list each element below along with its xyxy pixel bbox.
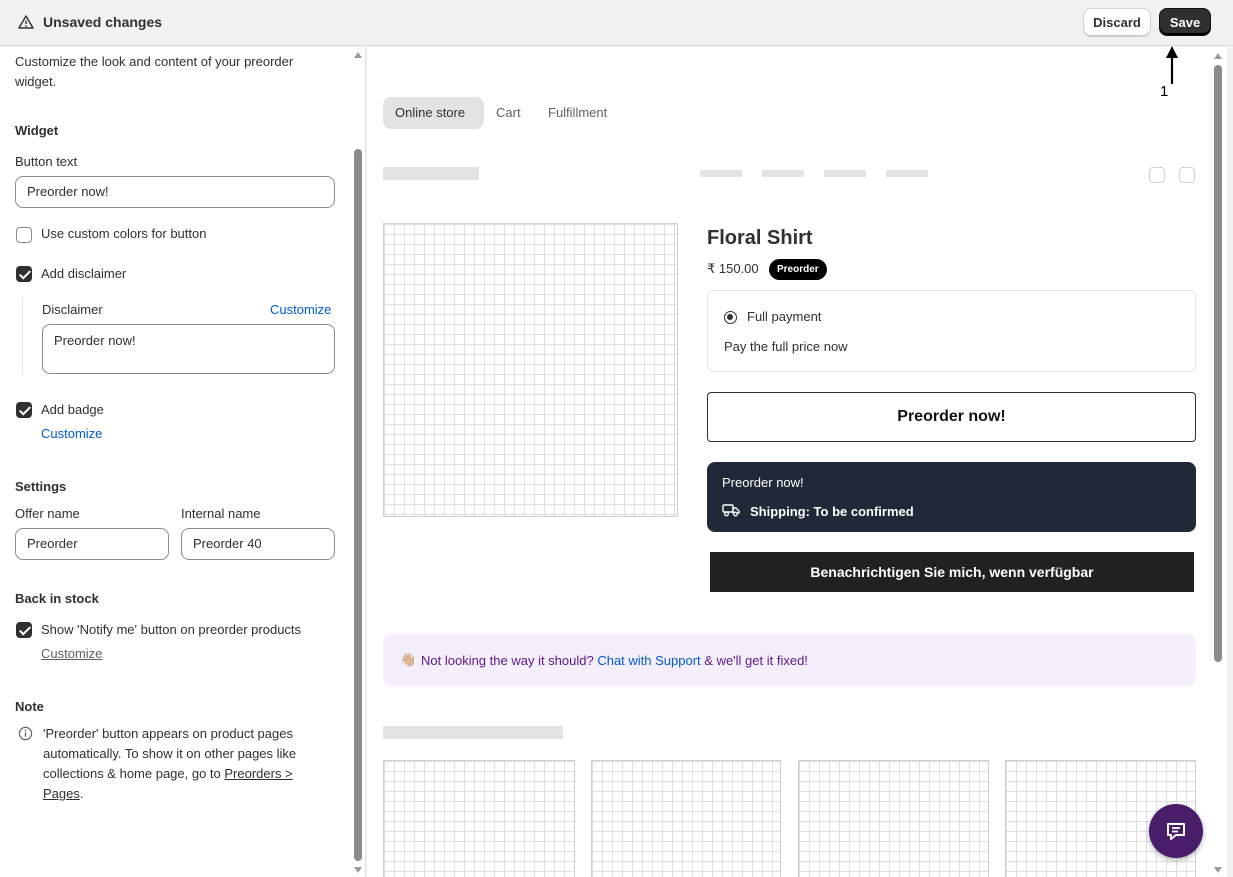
warning-icon [18, 15, 34, 29]
support-text-body: Not looking the way it should? [421, 653, 598, 668]
left-scrollbar-thumb[interactable] [354, 149, 362, 861]
right-scrollbar-thumb[interactable] [1214, 65, 1222, 662]
truck-icon [722, 504, 740, 517]
disclaimer-indent-line [22, 297, 23, 375]
nav-placeholder-2 [762, 170, 804, 177]
offer-name-label: Offer name [15, 506, 80, 521]
internal-name-label: Internal name [181, 506, 261, 521]
add-badge-checkbox[interactable] [16, 402, 32, 418]
widget-heading: Widget [15, 123, 59, 138]
wave-icon: 👋🏼 [400, 652, 417, 667]
preorder-info-box: Preorder now! Shipping: To be confirmed [707, 462, 1196, 532]
payment-option-box[interactable]: Full payment Pay the full price now [707, 290, 1196, 372]
account-placeholder-icon [1149, 167, 1165, 183]
tab-fulfillment[interactable]: Fulfillment [536, 97, 619, 129]
store-logo-placeholder [383, 167, 479, 180]
add-disclaimer-label: Add disclaimer [41, 266, 127, 281]
disclaimer-label: Disclaimer [42, 302, 103, 317]
nav-placeholder-1 [700, 170, 742, 177]
nav-placeholder-4 [886, 170, 928, 177]
chat-button[interactable] [1149, 804, 1203, 858]
disclaimer-customize-link[interactable]: Customize [270, 300, 331, 320]
add-disclaimer-checkbox[interactable] [16, 266, 32, 282]
settings-panel: Customize the look and content of your p… [0, 47, 366, 877]
preorder-info-title: Preorder now! [722, 475, 804, 490]
product-title: Floral Shirt [707, 227, 813, 249]
note-heading: Note [15, 699, 44, 714]
save-button[interactable]: Save [1159, 8, 1211, 36]
button-text-input[interactable]: Preorder now! [15, 176, 335, 208]
shipping-info: Shipping: To be confirmed [750, 504, 914, 519]
tab-cart[interactable]: Cart [484, 97, 533, 129]
back-in-stock-heading: Back in stock [15, 591, 99, 606]
annotation-number: 1 [1160, 83, 1169, 100]
right-scroll-down-arrow[interactable] [1214, 867, 1222, 873]
unsaved-changes-title: Unsaved changes [43, 14, 163, 30]
full-payment-label: Full payment [747, 309, 822, 324]
custom-colors-checkbox[interactable] [16, 227, 32, 243]
info-icon [18, 726, 33, 741]
discard-button[interactable]: Discard [1083, 8, 1151, 36]
notify-me-button[interactable]: Benachrichtigen Sie mich, wenn verfügbar [710, 552, 1194, 592]
notify-me-label: Show 'Notify me' button on preorder prod… [41, 622, 302, 637]
nav-placeholder-3 [824, 170, 866, 177]
related-heading-placeholder [383, 726, 563, 739]
left-scroll-up-arrow[interactable] [354, 52, 362, 58]
chat-bubble-icon [1167, 823, 1185, 840]
related-product-placeholder-3 [798, 760, 989, 877]
full-payment-radio[interactable] [724, 311, 737, 324]
product-image-placeholder [383, 223, 678, 517]
annotation-arrow-icon [1166, 46, 1178, 84]
intro-text: Customize the look and content of your p… [15, 54, 294, 89]
button-text-label: Button text [15, 154, 78, 169]
support-banner: 👋🏼 Not looking the way it should? Chat w… [383, 634, 1196, 686]
preorder-badge: Preorder [769, 259, 827, 280]
tab-online-store[interactable]: Online store [383, 97, 484, 129]
related-product-placeholder-1 [383, 760, 575, 877]
preorder-now-button[interactable]: Preorder now! [707, 392, 1196, 442]
cart-placeholder-icon [1179, 167, 1195, 183]
note-text: 'Preorder' button appears on product pag… [43, 724, 328, 804]
full-payment-description: Pay the full price now [724, 339, 848, 354]
top-bar: Unsaved changes Discard Save [0, 0, 1233, 46]
add-badge-label: Add badge [41, 402, 104, 417]
chat-with-support-link[interactable]: Chat with Support [597, 653, 700, 668]
offer-name-input[interactable]: Preorder [15, 528, 169, 560]
notify-me-checkbox[interactable] [16, 622, 32, 638]
internal-name-input[interactable]: Preorder 40 [181, 528, 335, 560]
settings-heading: Settings [15, 479, 67, 494]
disclaimer-textarea[interactable]: Preorder now! [42, 324, 335, 374]
badge-customize-link[interactable]: Customize [41, 424, 102, 444]
product-price: ₹ 150.00 [707, 261, 759, 276]
back-in-stock-customize-link[interactable]: Customize [41, 644, 102, 664]
right-scroll-up-arrow[interactable] [1214, 53, 1222, 59]
related-product-placeholder-2 [591, 760, 781, 877]
support-text-end: & we'll get it fixed! [700, 653, 808, 668]
preview-panel: Online store Cart Fulfillment Floral Shi… [367, 47, 1227, 877]
left-scroll-down-arrow[interactable] [354, 867, 362, 873]
support-text: Not looking the way it should? Chat with… [421, 653, 808, 668]
note-text-end: . [79, 786, 84, 801]
custom-colors-label: Use custom colors for button [41, 226, 207, 241]
